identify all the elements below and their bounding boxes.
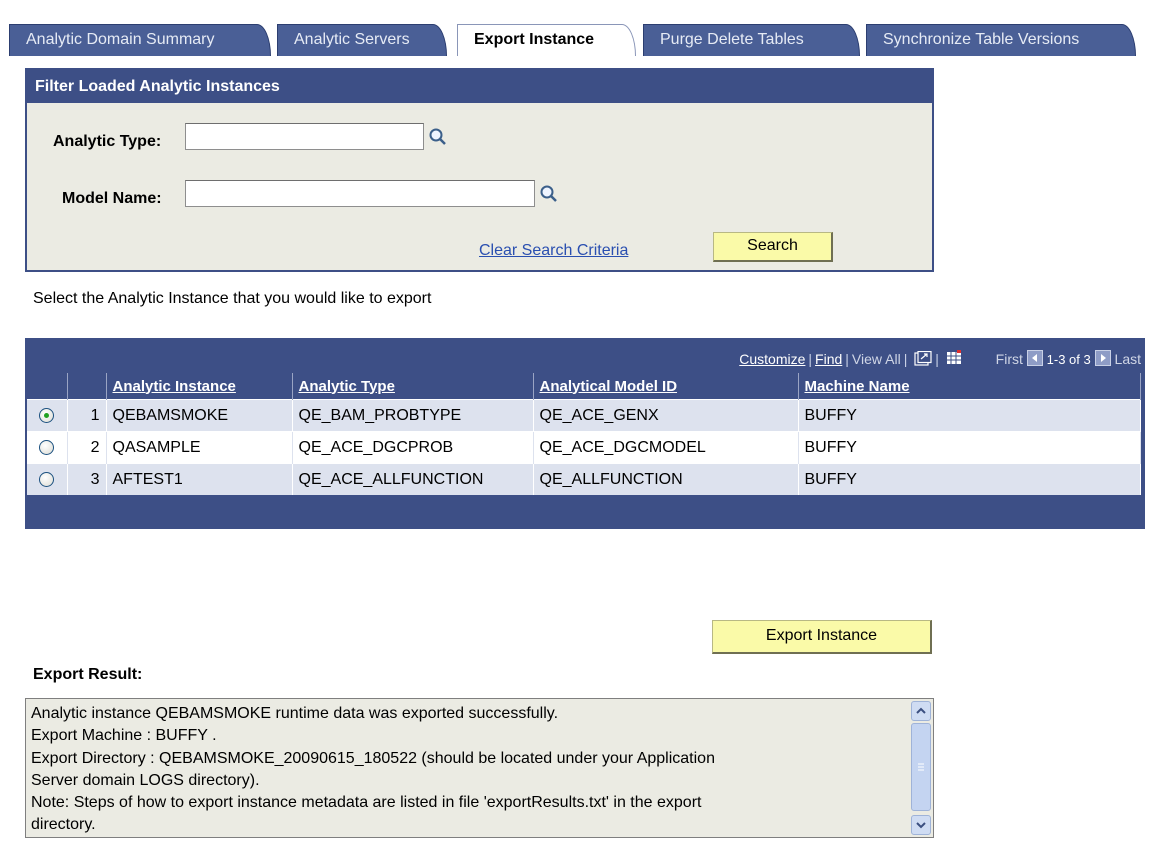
row-number: 3 (67, 463, 107, 495)
row-number: 2 (67, 431, 107, 464)
range-indicator: 1-3 of 3 (1046, 352, 1091, 367)
column-header-analytic-instance[interactable]: Analytic Instance (106, 373, 293, 400)
download-icon[interactable] (914, 350, 932, 370)
filter-panel-title: Filter Loaded Analytic Instances (27, 70, 932, 103)
radio-button[interactable] (39, 471, 55, 487)
cell-analytic-type: QE_ACE_ALLFUNCTION (292, 463, 534, 495)
rownum-column-header (67, 373, 107, 400)
filter-panel: Filter Loaded Analytic Instances Analyti… (25, 68, 934, 272)
cell-machine-name: BUFFY (798, 431, 1141, 464)
scroll-down-icon[interactable] (911, 815, 931, 835)
tab-analytic-domain-summary[interactable]: Analytic Domain Summary (9, 24, 271, 56)
table-header-row: Analytic Instance Analytic Type Analytic… (27, 373, 1141, 400)
tab-analytic-servers[interactable]: Analytic Servers (277, 24, 447, 56)
cell-analytical-model-id: QE_ACE_GENX (533, 399, 799, 432)
scroll-up-icon[interactable] (911, 701, 931, 721)
row-select-radio[interactable] (27, 399, 68, 432)
model-name-input[interactable] (185, 180, 535, 207)
table-row[interactable]: 1 QEBAMSMOKE QE_BAM_PROBTYPE QE_ACE_GENX… (27, 399, 1141, 432)
column-header-analytical-model-id[interactable]: Analytical Model ID (533, 373, 799, 400)
export-result-textarea[interactable]: Analytic instance QEBAMSMOKE runtime dat… (25, 698, 934, 838)
export-instance-button[interactable]: Export Instance (712, 620, 932, 654)
export-result-label: Export Result: (33, 666, 143, 683)
last-link[interactable]: Last (1115, 351, 1141, 367)
export-result-text: Analytic instance QEBAMSMOKE runtime dat… (31, 705, 715, 834)
instances-grid: Customize | Find | View All | | First 1-3 of … (25, 338, 1145, 529)
clear-search-criteria-link[interactable]: Clear Search Criteria (479, 242, 628, 260)
cell-analytic-type: QE_ACE_DGCPROB (292, 431, 534, 464)
analytic-type-input[interactable] (185, 123, 424, 150)
first-link[interactable]: First (996, 351, 1023, 367)
cell-machine-name: BUFFY (798, 399, 1141, 432)
tab-purge-delete-tables[interactable]: Purge Delete Tables (643, 24, 860, 56)
tab-bar: Analytic Domain Summary Analytic Servers… (0, 0, 1152, 56)
cell-analytic-instance: QASAMPLE (106, 431, 293, 464)
view-all-link[interactable]: View All (852, 351, 901, 367)
radio-button-selected[interactable] (39, 407, 55, 423)
radio-button[interactable] (39, 439, 55, 455)
find-link[interactable]: Find (815, 351, 842, 367)
search-button[interactable]: Search (713, 232, 833, 262)
tab-synchronize-table-versions[interactable]: Synchronize Table Versions (866, 24, 1136, 56)
select-column-header (27, 373, 68, 400)
analytic-type-label: Analytic Type: (53, 133, 162, 150)
row-select-radio[interactable] (27, 431, 68, 464)
grid-toolbar: Customize | Find | View All | | First 1-3 of … (739, 350, 1145, 372)
column-header-machine-name[interactable]: Machine Name (798, 373, 1141, 400)
cell-analytic-instance: QEBAMSMOKE (106, 399, 293, 432)
prev-arrow-icon[interactable] (1026, 350, 1043, 369)
instances-table: Analytic Instance Analytic Type Analytic… (27, 373, 1141, 495)
scrollbar-thumb[interactable] (911, 723, 931, 811)
cell-analytic-type: QE_BAM_PROBTYPE (292, 399, 534, 432)
model-name-label: Model Name: (62, 190, 162, 207)
column-header-analytic-type[interactable]: Analytic Type (292, 373, 534, 400)
cell-analytical-model-id: QE_ACE_DGCMODEL (533, 431, 799, 464)
table-row[interactable]: 3 AFTEST1 QE_ACE_ALLFUNCTION QE_ALLFUNCT… (27, 463, 1141, 495)
grid-view-icon[interactable] (946, 350, 962, 369)
tab-export-instance[interactable]: Export Instance (457, 24, 636, 56)
table-row[interactable]: 2 QASAMPLE QE_ACE_DGCPROB QE_ACE_DGCMODE… (27, 431, 1141, 464)
row-select-radio[interactable] (27, 463, 68, 495)
cell-analytical-model-id: QE_ALLFUNCTION (533, 463, 799, 495)
model-name-lookup-icon[interactable] (539, 184, 559, 204)
cell-analytic-instance: AFTEST1 (106, 463, 293, 495)
analytic-type-lookup-icon[interactable] (428, 127, 448, 147)
vertical-scrollbar[interactable] (911, 701, 931, 835)
next-arrow-icon[interactable] (1094, 350, 1111, 369)
cell-machine-name: BUFFY (798, 463, 1141, 495)
instruction-text: Select the Analytic Instance that you wo… (33, 290, 432, 307)
row-number: 1 (67, 399, 107, 432)
customize-link[interactable]: Customize (739, 351, 805, 367)
